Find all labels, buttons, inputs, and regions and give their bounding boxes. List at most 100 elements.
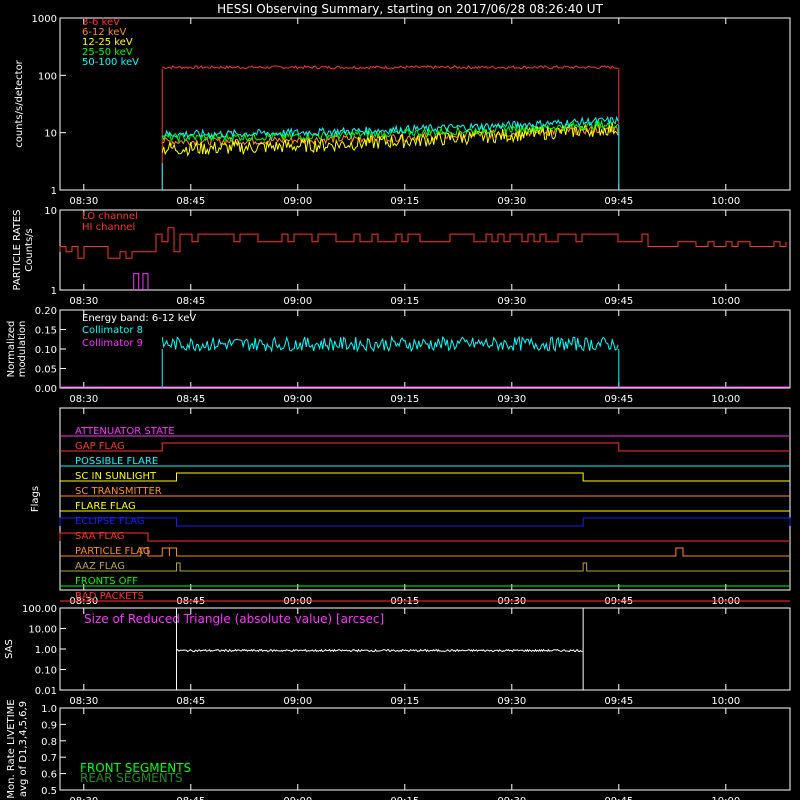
flag-label: FLARE FLAG [75, 501, 136, 512]
sas-annotation: Size of Reduced Triangle (absolute value… [84, 612, 384, 626]
flag-label: BAD PACKETS [75, 591, 144, 602]
x-tick-label: 09:45 [604, 394, 633, 405]
legend-hi-channel: HI channel [82, 222, 135, 233]
y-tick-label: 0.15 [35, 326, 57, 337]
y-axis-label: Mon. Rate LIVETIME [6, 699, 17, 798]
y-tick-label: 100 [38, 71, 57, 82]
legend-lo-channel: LO channel [82, 211, 138, 222]
y-tick-label: 10 [44, 206, 57, 217]
y-tick-label: 100.00 [22, 604, 57, 615]
panel-frame-2 [59, 209, 791, 291]
x-tick-label: 10:00 [711, 796, 740, 800]
flag-trace [60, 547, 790, 557]
x-tick-label: 09:45 [604, 196, 633, 207]
y-tick-label: 1.0 [41, 704, 57, 715]
y-tick-label: 0.10 [35, 666, 57, 677]
x-tick-label: 08:30 [69, 296, 98, 307]
flag-trace [60, 472, 790, 482]
x-tick-label: 08:45 [176, 296, 205, 307]
observing-summary-figure: HESSI Observing Summary, starting on 201… [4, 2, 791, 800]
x-tick-label: 10:00 [711, 696, 740, 707]
y-axis-label: Counts/s [24, 228, 35, 272]
flag-label: SC TRANSMITTER [75, 486, 162, 497]
x-tick-label: 09:45 [604, 296, 633, 307]
y-tick-label: 0.20 [35, 306, 57, 317]
x-tick-label: 09:15 [390, 196, 419, 207]
x-tick-label: 09:15 [390, 796, 419, 800]
y-tick-label: 0.7 [41, 753, 57, 764]
flag-trace [60, 562, 790, 572]
legend-collimator-8: Collimator 8 [82, 325, 143, 336]
y-tick-label: 0.00 [35, 384, 57, 395]
flag-trace [60, 442, 790, 452]
flag-label: SC IN SUNLIGHT [75, 471, 157, 482]
x-tick-label: 08:30 [69, 394, 98, 405]
x-tick-label: 08:30 [69, 196, 98, 207]
y-tick-label: 0.01 [35, 686, 57, 697]
x-tick-label: 09:00 [283, 394, 312, 405]
y-axis-label: PARTICLE RATES [12, 210, 23, 291]
y-tick-label: 0.6 [41, 770, 57, 781]
x-tick-label: 09:00 [283, 796, 312, 800]
y-tick-label: 0.9 [41, 720, 57, 731]
y-axis-label: counts/s/detector [14, 59, 25, 147]
x-tick-label: 08:30 [69, 696, 98, 707]
x-tick-label: 08:45 [176, 796, 205, 800]
energy-band-label: Energy band: 6-12 keV [82, 313, 196, 324]
x-tick-label: 09:15 [390, 394, 419, 405]
flag-label: ATTENUATOR STATE [75, 426, 175, 437]
x-tick-label: 09:00 [283, 696, 312, 707]
x-tick-label: 09:45 [604, 796, 633, 800]
series-hi-channel [133, 273, 149, 290]
x-tick-label: 09:30 [497, 296, 526, 307]
x-tick-label: 09:00 [283, 196, 312, 207]
panels-group: 08:30 08:45 09:00 09:15 09:30 09:45 10:0011010… [4, 14, 791, 800]
y-axis-label: avg of D1,3,4,5,6,9 [18, 701, 29, 797]
x-tick-label: 08:45 [176, 196, 205, 207]
y-tick-label: 10.00 [28, 625, 57, 636]
x-tick-label: 09:30 [497, 394, 526, 405]
series-lo-channel [59, 227, 787, 259]
x-tick-label: 08:45 [176, 394, 205, 405]
flag-label: PARTICLE FLAG [75, 546, 151, 557]
flag-label: AAZ FLAG [75, 561, 125, 572]
flag-label: FRONTS OFF [75, 576, 138, 587]
y-tick-label: 0.5 [41, 786, 57, 797]
y-tick-label: 10 [44, 129, 57, 140]
y-tick-label: 1 [51, 286, 57, 297]
x-tick-label: 09:15 [390, 696, 419, 707]
y-axis-label: modulation [17, 321, 28, 378]
y-tick-label: 1 [51, 186, 57, 197]
y-tick-label: 0.10 [35, 345, 57, 356]
x-tick-label: 09:15 [390, 296, 419, 307]
x-tick-label: 08:45 [176, 696, 205, 707]
x-tick-label: 10:00 [711, 196, 740, 207]
y-tick-label: 0.8 [41, 737, 57, 748]
x-tick-label: 09:30 [497, 196, 526, 207]
legend-rear-segments: REAR SEGMENTS [80, 771, 183, 785]
y-axis-label: SAS [4, 639, 15, 659]
y-axis-label: Flags [30, 486, 41, 512]
y-tick-label: 0.05 [35, 365, 57, 376]
x-tick-label: 10:00 [711, 394, 740, 405]
y-axis-label: Normalized [6, 321, 17, 378]
x-tick-label: 09:30 [497, 796, 526, 800]
panel-frame-1 [59, 17, 791, 191]
x-tick-label: 09:45 [604, 696, 633, 707]
figure-title: HESSI Observing Summary, starting on 201… [217, 2, 603, 16]
x-tick-label: 09:30 [497, 696, 526, 707]
x-tick-label: 09:00 [283, 296, 312, 307]
legend-collimator-9: Collimator 9 [82, 338, 143, 349]
series-3-6 keV [162, 64, 619, 70]
series-collimator-8 [161, 335, 619, 353]
x-tick-label: 10:00 [711, 296, 740, 307]
legend-50-100-keV: 50-100 keV [82, 57, 139, 68]
series-sas [176, 648, 583, 653]
flag-trace [59, 532, 790, 542]
y-tick-label: 1.00 [35, 645, 57, 656]
x-tick-label: 08:30 [69, 796, 98, 800]
flag-label: GAP FLAG [75, 441, 125, 452]
flag-label: POSSIBLE FLARE [75, 456, 158, 467]
flag-trace [59, 517, 791, 527]
y-tick-label: 1000 [32, 14, 57, 25]
